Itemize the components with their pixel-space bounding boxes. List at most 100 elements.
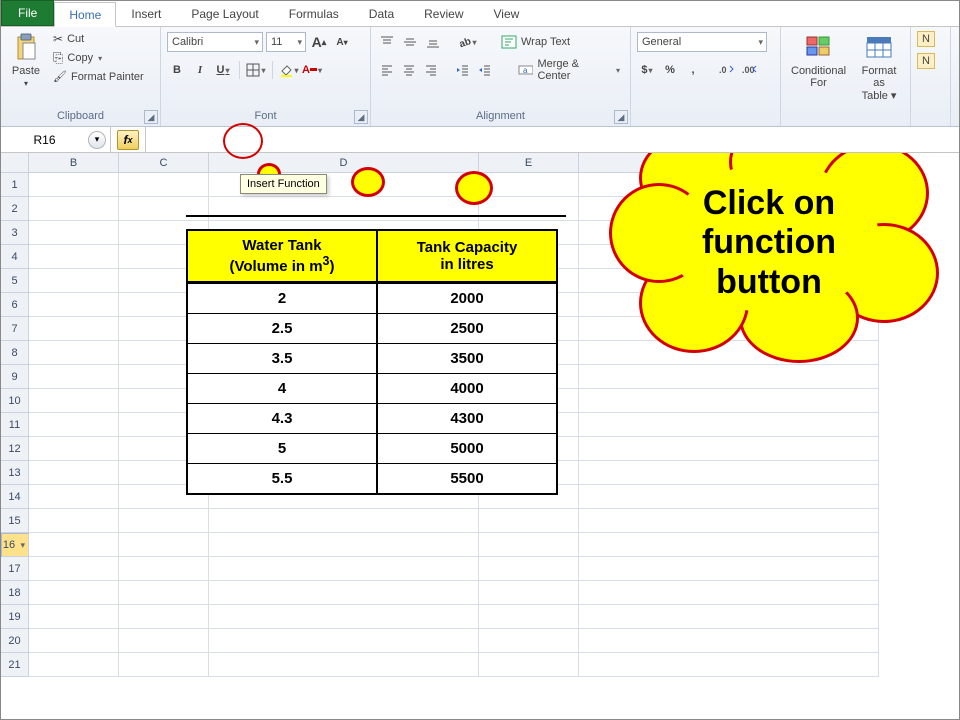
underline-button[interactable]: U <box>213 60 233 80</box>
formula-input[interactable] <box>146 127 959 152</box>
cell[interactable] <box>29 557 119 581</box>
tab-review[interactable]: Review <box>409 1 478 26</box>
cell[interactable] <box>579 437 879 461</box>
cell[interactable] <box>479 173 579 197</box>
tab-insert[interactable]: Insert <box>116 1 176 26</box>
align-bottom-button[interactable] <box>423 32 443 52</box>
cell[interactable] <box>119 557 209 581</box>
align-right-button[interactable] <box>421 60 440 80</box>
cell[interactable] <box>209 653 479 677</box>
row-header-5[interactable]: 5 <box>1 269 29 293</box>
cell[interactable] <box>29 173 119 197</box>
row-header-8[interactable]: 8 <box>1 341 29 365</box>
cell[interactable] <box>579 581 879 605</box>
tab-data[interactable]: Data <box>354 1 409 26</box>
cell[interactable] <box>209 197 479 221</box>
select-all-corner[interactable] <box>1 153 29 173</box>
grow-font-button[interactable]: A▴ <box>309 32 329 52</box>
align-center-button[interactable] <box>399 60 418 80</box>
cell[interactable] <box>29 461 119 485</box>
align-left-button[interactable] <box>377 60 396 80</box>
cell[interactable] <box>29 245 119 269</box>
cell[interactable] <box>119 629 209 653</box>
cell[interactable] <box>29 197 119 221</box>
cell[interactable] <box>29 317 119 341</box>
cell[interactable] <box>479 533 579 557</box>
fill-color-button[interactable] <box>279 60 299 80</box>
cell[interactable] <box>119 605 209 629</box>
row-header-9[interactable]: 9 <box>1 365 29 389</box>
row-header-19[interactable]: 19 <box>1 605 29 629</box>
cells-item-2[interactable]: N <box>917 53 935 69</box>
row-header-17[interactable]: 17 <box>1 557 29 581</box>
font-dialog-launcher[interactable]: ◢ <box>354 110 368 124</box>
cell[interactable] <box>119 581 209 605</box>
copy-button[interactable]: Copy <box>49 49 148 67</box>
col-header-B[interactable]: B <box>29 153 119 173</box>
cell[interactable] <box>479 629 579 653</box>
shrink-font-button[interactable]: A▾ <box>332 32 352 52</box>
row-header-11[interactable]: 11 <box>1 413 29 437</box>
tab-formulas[interactable]: Formulas <box>274 1 354 26</box>
col-header-C[interactable]: C <box>119 153 209 173</box>
cell[interactable] <box>209 509 479 533</box>
percent-button[interactable]: % <box>660 60 680 80</box>
cell[interactable] <box>479 557 579 581</box>
col-header-D[interactable]: D <box>209 153 479 173</box>
cell[interactable] <box>579 413 879 437</box>
border-button[interactable] <box>246 60 266 80</box>
paste-button[interactable]: Paste ▾ <box>7 31 45 90</box>
cell[interactable] <box>209 629 479 653</box>
cell[interactable] <box>29 581 119 605</box>
cell[interactable] <box>479 197 579 221</box>
cell[interactable] <box>29 629 119 653</box>
cells-item-1[interactable]: N <box>917 31 935 47</box>
tab-home[interactable]: Home <box>54 2 116 27</box>
tab-file[interactable]: File <box>1 0 54 26</box>
name-box-dropdown[interactable]: ▾ <box>88 131 106 149</box>
decrease-decimal-button[interactable]: .00 <box>740 60 760 80</box>
cell[interactable] <box>579 365 879 389</box>
increase-indent-button[interactable] <box>476 60 495 80</box>
row-header-20[interactable]: 20 <box>1 629 29 653</box>
cell[interactable] <box>29 221 119 245</box>
cell[interactable] <box>29 269 119 293</box>
italic-button[interactable]: I <box>190 60 210 80</box>
cell[interactable] <box>579 509 879 533</box>
clipboard-dialog-launcher[interactable]: ◢ <box>144 110 158 124</box>
cell[interactable] <box>579 653 879 677</box>
cell[interactable] <box>119 197 209 221</box>
row-header-10[interactable]: 10 <box>1 389 29 413</box>
format-painter-button[interactable]: Format Painter <box>49 69 148 84</box>
cell[interactable] <box>479 581 579 605</box>
cut-button[interactable]: Cut <box>49 31 148 47</box>
cell[interactable] <box>579 629 879 653</box>
bold-button[interactable]: B <box>167 60 187 80</box>
row-header-1[interactable]: 1 <box>1 173 29 197</box>
cell[interactable] <box>209 581 479 605</box>
cell[interactable] <box>29 389 119 413</box>
row-header-21[interactable]: 21 <box>1 653 29 677</box>
insert-function-button[interactable]: fx <box>117 130 139 150</box>
font-name-select[interactable]: Calibri <box>167 32 263 52</box>
cell[interactable] <box>119 173 209 197</box>
worksheet-grid[interactable]: BCDE 123456789101112131415161718192021 W… <box>1 153 959 719</box>
cell[interactable] <box>29 365 119 389</box>
cell[interactable] <box>579 533 879 557</box>
cell[interactable] <box>209 557 479 581</box>
row-header-7[interactable]: 7 <box>1 317 29 341</box>
decrease-indent-button[interactable] <box>454 60 473 80</box>
cell[interactable] <box>579 557 879 581</box>
row-header-14[interactable]: 14 <box>1 485 29 509</box>
cell[interactable] <box>119 533 209 557</box>
align-top-button[interactable] <box>377 32 397 52</box>
number-format-select[interactable]: General <box>637 32 767 52</box>
row-header-4[interactable]: 4 <box>1 245 29 269</box>
cell[interactable] <box>579 389 879 413</box>
conditional-formatting-button[interactable]: ConditionalFor <box>787 31 850 91</box>
row-header-16[interactable]: 16 <box>1 533 29 557</box>
tab-page-layout[interactable]: Page Layout <box>176 1 273 26</box>
cell[interactable] <box>479 509 579 533</box>
cell[interactable] <box>29 605 119 629</box>
cell[interactable] <box>119 509 209 533</box>
